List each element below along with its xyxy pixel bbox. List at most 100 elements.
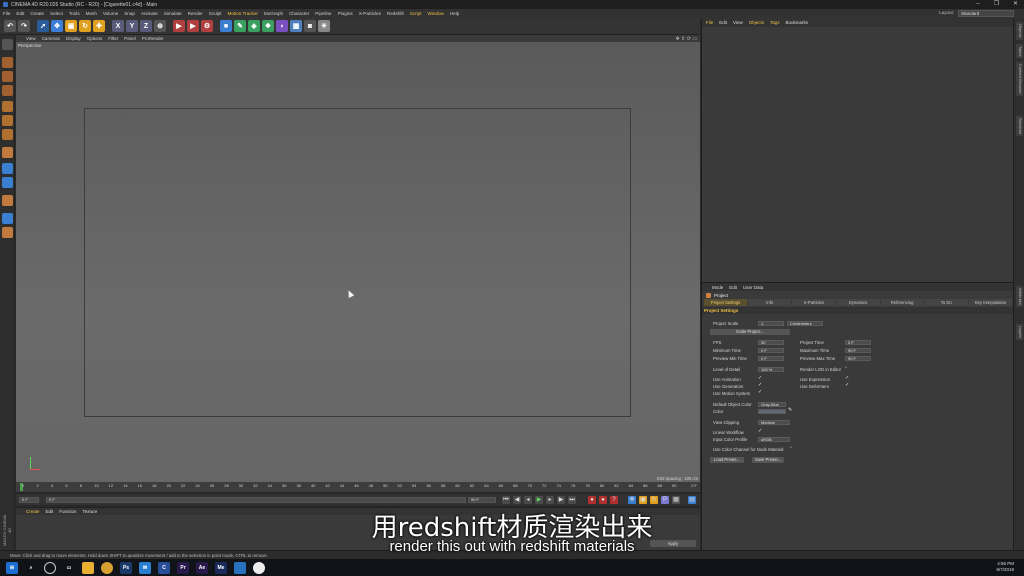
photoshop-icon[interactable]: Ps: [120, 561, 132, 574]
viewport-menu-prorender[interactable]: ProRender: [142, 36, 164, 41]
objects-menu-tags[interactable]: Tags: [770, 20, 780, 25]
play-icon[interactable]: ▶: [535, 496, 543, 504]
key-parameter-icon[interactable]: P: [661, 496, 669, 504]
use-motion-system-checkbox[interactable]: ✓: [758, 389, 762, 395]
keyframe-selection-icon[interactable]: ?: [610, 496, 618, 504]
objects-menu-view[interactable]: View: [733, 20, 743, 25]
points-mode-icon[interactable]: [2, 101, 13, 112]
camera-icon[interactable]: ◙: [304, 20, 316, 32]
render-lod-checkbox[interactable]: ▫: [845, 365, 847, 371]
render-view-icon[interactable]: ▶: [173, 20, 185, 32]
premiere-icon[interactable]: Pr: [177, 561, 189, 574]
key-rotation-icon[interactable]: ↻: [650, 496, 658, 504]
attr-menu-user-data[interactable]: User Data: [743, 285, 763, 290]
menu-redshift[interactable]: Redshift: [387, 11, 404, 16]
render-settings-icon[interactable]: ⚙: [201, 20, 213, 32]
light-icon[interactable]: ☀: [318, 20, 330, 32]
x-axis-lock-button[interactable]: X: [112, 20, 124, 32]
polygons-mode-icon[interactable]: [2, 129, 13, 140]
menu-edit[interactable]: Edit: [16, 11, 24, 16]
frame-range-slider[interactable]: 0 F: [46, 497, 466, 503]
enable-axis-icon[interactable]: [2, 147, 13, 158]
eyedropper-icon[interactable]: ✎: [788, 407, 792, 413]
objects-menu-edit[interactable]: Edit: [719, 20, 727, 25]
tweak-mode-icon[interactable]: [2, 163, 13, 174]
menu-mesh[interactable]: Mesh: [86, 11, 97, 16]
end-frame-field[interactable]: 90 F: [468, 497, 496, 503]
cinema4d-taskbar-icon[interactable]: C: [158, 561, 170, 574]
attr-menu-edit[interactable]: Edit: [729, 285, 737, 290]
tab-referencing[interactable]: Referencing: [880, 299, 924, 306]
maximum-time-field[interactable]: 90 F: [845, 348, 871, 353]
cortana-icon[interactable]: [44, 561, 56, 574]
prev-frame-icon[interactable]: ◂: [524, 496, 532, 504]
tab-info[interactable]: Info: [748, 299, 792, 306]
save-preset-button[interactable]: Save Preset...: [752, 457, 784, 463]
use-expression-checkbox[interactable]: ✓: [845, 375, 849, 381]
use-generators-checkbox[interactable]: ✓: [758, 382, 762, 388]
close-button[interactable]: ✕: [1013, 0, 1018, 9]
load-preset-button[interactable]: Load Preset...: [710, 457, 744, 463]
tab-project-settings[interactable]: Project Settings: [704, 299, 748, 306]
menu-sculpt[interactable]: Sculpt: [209, 11, 222, 16]
tab-objects[interactable]: Objects: [1016, 22, 1023, 40]
menu-character[interactable]: Character: [289, 11, 309, 16]
edges-mode-icon[interactable]: [2, 115, 13, 126]
tab-key-interpolation[interactable]: Key Interpolation: [968, 299, 1012, 306]
cube-object-icon[interactable]: ■: [220, 20, 232, 32]
viewport-nav-icons[interactable]: ✥ ⇕ ⟳ ▭: [676, 36, 697, 42]
array-icon[interactable]: ❖: [262, 20, 274, 32]
preview-min-time-field[interactable]: 0 F: [758, 356, 784, 361]
menu-script[interactable]: Script: [410, 11, 422, 16]
bend-deformer-icon[interactable]: ◗: [276, 20, 288, 32]
maximize-button[interactable]: ❐: [994, 0, 999, 9]
make-editable-icon[interactable]: [2, 39, 13, 50]
key-scale-icon[interactable]: ▣: [639, 496, 647, 504]
menu-create[interactable]: Create: [30, 11, 44, 16]
viewport-menu-display[interactable]: Display: [66, 36, 81, 41]
coordinate-system-icon[interactable]: ⊕: [154, 20, 166, 32]
windows-start-icon[interactable]: ⊞: [6, 561, 18, 574]
menu-animate[interactable]: Animate: [141, 11, 158, 16]
redo-icon[interactable]: ↷: [18, 20, 30, 32]
autokey-icon[interactable]: ●: [599, 496, 607, 504]
media-encoder-icon[interactable]: Me: [215, 561, 227, 574]
viewport-menu-cameras[interactable]: Cameras: [42, 36, 60, 41]
scale-tool-icon[interactable]: ▣: [65, 20, 77, 32]
record-key-icon[interactable]: ●: [588, 496, 596, 504]
start-frame-field[interactable]: 0 F: [19, 497, 39, 503]
live-selection-icon[interactable]: ➚: [37, 20, 49, 32]
preview-max-time-field[interactable]: 90 F: [845, 356, 871, 361]
scale-project-button[interactable]: Scale Project...: [710, 329, 790, 335]
linear-workflow-checkbox[interactable]: ✓: [758, 428, 762, 434]
pen-spline-icon[interactable]: ✎: [234, 20, 246, 32]
menu-window[interactable]: Window: [428, 11, 444, 16]
texture-mode-icon[interactable]: [2, 71, 13, 82]
workplane-lock-icon[interactable]: [2, 213, 13, 224]
app-icon-white[interactable]: [253, 561, 265, 574]
menu-pipeline[interactable]: Pipeline: [315, 11, 331, 16]
key-pla-icon[interactable]: ▦: [672, 496, 680, 504]
render-picture-viewer-icon[interactable]: ▶: [187, 20, 199, 32]
task-view-icon[interactable]: ▭: [63, 562, 75, 574]
color-swatch[interactable]: [758, 409, 786, 414]
next-key-icon[interactable]: ▶: [557, 496, 565, 504]
undo-icon[interactable]: ↶: [4, 20, 16, 32]
node-material-checkbox[interactable]: ▫: [790, 445, 792, 451]
menu-simulate[interactable]: Simulate: [164, 11, 182, 16]
view-clipping-dropdown[interactable]: Medium: [758, 420, 790, 425]
file-explorer-icon[interactable]: [82, 561, 94, 574]
go-to-end-icon[interactable]: ⏭: [568, 496, 576, 504]
fps-field[interactable]: 30: [758, 340, 784, 345]
subdivision-icon[interactable]: ◈: [248, 20, 260, 32]
menu-snap[interactable]: Snap: [124, 11, 135, 16]
project-time-field[interactable]: 0 F: [845, 340, 871, 345]
menu-volume[interactable]: Volume: [103, 11, 118, 16]
object-manager[interactable]: File Edit View Objects Tags Bookmarks: [701, 18, 1013, 282]
mail-icon[interactable]: ✉: [139, 561, 151, 574]
model-mode-icon[interactable]: [2, 57, 13, 68]
tab-takes[interactable]: Takes: [1016, 44, 1023, 59]
layout-dropdown[interactable]: Standard: [958, 10, 1014, 17]
viewport-menu-panel[interactable]: Panel: [124, 36, 136, 41]
timeline-window-icon[interactable]: ▤: [688, 496, 696, 504]
